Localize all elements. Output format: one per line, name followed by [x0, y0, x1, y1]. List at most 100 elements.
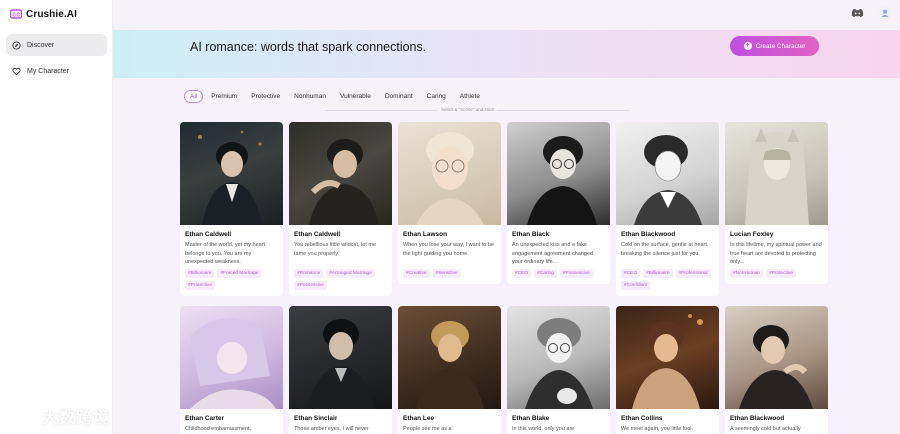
character-card[interactable]: Ethan Blackwood Cold on the surface, gen… [616, 122, 719, 296]
character-description: We meet again, you little fool. [621, 426, 694, 432]
character-card[interactable]: Ethan Lee People see me as a [398, 306, 501, 434]
character-portrait [289, 306, 392, 409]
character-description: In this world, only you are [512, 426, 575, 432]
app-name: Crushie.AI [26, 8, 78, 20]
tag[interactable]: #Creative [403, 269, 430, 278]
create-character-button[interactable]: + Create Character [730, 36, 819, 56]
heart-icon [12, 67, 21, 76]
plus-icon: + [743, 42, 752, 50]
tag-list: #Billionaire #Forced Marriage #Protectiv… [185, 269, 278, 290]
character-name: Ethan Blackwood [730, 415, 785, 422]
sidebar-item-my-character[interactable]: My Character [6, 60, 107, 82]
character-portrait [398, 122, 501, 225]
filter-premium[interactable]: Premium [205, 91, 243, 102]
tag[interactable]: #Forced Marriage [217, 269, 262, 278]
character-portrait [616, 122, 719, 225]
app-logo[interactable]: CC Crushie.AI [10, 7, 77, 21]
character-portrait [616, 306, 719, 409]
create-character-label: Create Character [755, 42, 806, 50]
character-card[interactable]: Ethan Caldwell Master of the world, yet … [180, 122, 283, 296]
tag[interactable]: #Protective [765, 269, 796, 278]
character-portrait [398, 306, 501, 409]
character-name: Ethan Black [512, 231, 550, 238]
scene-hint: Select a "Scene" and start! [438, 107, 498, 112]
tag-list: #Creative #Sensitive [403, 269, 496, 278]
tag[interactable]: #Sensitive [432, 269, 461, 278]
character-description: Cold on the surface, gentle at heart, br… [621, 242, 709, 257]
filter-nonhuman[interactable]: Nonhuman [288, 91, 332, 102]
character-name: Lucian Foxley [730, 231, 774, 238]
tag[interactable]: #Possessive [559, 269, 593, 278]
character-name: Ethan Blackwood [621, 231, 676, 238]
filter-dominant[interactable]: Dominant [379, 91, 419, 102]
character-portrait [507, 306, 610, 409]
tag[interactable]: #Possessive [294, 281, 327, 290]
character-card[interactable]: Ethan Blake In this world, only you are [507, 306, 610, 434]
character-name: Ethan Lee [403, 415, 435, 422]
character-name: Ethan Lawson [403, 231, 448, 238]
tag-list: #CEO #Billionaire #Professional #Confida… [621, 269, 714, 290]
user-avatar-icon[interactable] [878, 7, 892, 19]
svg-text:CC: CC [12, 13, 20, 19]
character-description: You rebellious little wildcat, let me ta… [294, 242, 377, 257]
category-filters: All Premium Protective Nonhuman Vulnerab… [184, 90, 488, 103]
character-card[interactable]: Ethan Sinclair Those amber eyes, I will … [289, 306, 392, 434]
character-description: Childhood embarrassment, [185, 426, 252, 432]
tag-list: #CEO #Caring #Possessive [512, 269, 605, 278]
watermark-logo-icon [10, 402, 38, 424]
tag[interactable]: #Protective [185, 281, 215, 290]
filter-athlete[interactable]: Athlete [454, 91, 486, 102]
character-card[interactable]: Ethan Caldwell You rebellious little wil… [289, 122, 392, 296]
tag[interactable]: #Professional [675, 269, 711, 278]
tag[interactable]: #Confidant [621, 281, 651, 290]
character-name: Ethan Caldwell [294, 231, 341, 238]
filter-all[interactable]: All [184, 90, 204, 103]
character-portrait [180, 306, 283, 409]
filter-caring[interactable]: Caring [421, 91, 452, 102]
character-name: Ethan Sinclair [294, 415, 338, 422]
banner-title: AI romance: words that spark connections… [190, 40, 427, 54]
tag[interactable]: #Arranged Marriage [326, 269, 375, 278]
character-portrait [725, 122, 828, 225]
sidebar-item-discover[interactable]: Discover [6, 34, 107, 56]
character-description: A seemingly cold but actually [730, 426, 801, 432]
character-card[interactable]: Ethan Carter Childhood embarrassment, [180, 306, 283, 434]
character-description: In this lifetime, my spiritual power and… [730, 242, 822, 265]
hero-banner: AI romance: words that spark connections… [113, 30, 900, 78]
tag-list: #Romance #Arranged Marriage #Possessive [294, 269, 387, 290]
crushie-logo-icon: CC [10, 9, 22, 19]
character-portrait [725, 306, 828, 409]
tag[interactable]: #CEO [512, 269, 532, 278]
header-actions [850, 7, 892, 19]
tag[interactable]: #Romance [294, 269, 324, 278]
character-description: Those amber eyes, I will never [294, 426, 369, 432]
character-card[interactable]: Lucian Foxley In this lifetime, my spiri… [725, 122, 828, 284]
character-card[interactable]: Ethan Collins We meet again, you little … [616, 306, 719, 434]
character-name: Ethan Carter [185, 415, 225, 422]
character-portrait [180, 122, 283, 225]
sidebar-item-label: Discover [27, 41, 55, 49]
watermark-text: 大数跨境 [42, 410, 111, 427]
character-name: Ethan Caldwell [185, 231, 232, 238]
tag[interactable]: #CEO [621, 269, 641, 278]
character-description: People see me as a [403, 426, 452, 432]
character-description: An unexpected kiss and a fake engagement… [512, 242, 594, 265]
character-card[interactable]: Ethan Black An unexpected kiss and a fak… [507, 122, 610, 284]
tag[interactable]: #Billionaire [185, 269, 215, 278]
character-name: Ethan Blake [512, 415, 550, 422]
filter-protective[interactable]: Protective [245, 91, 286, 102]
character-card[interactable]: Ethan Blackwood A seemingly cold but act… [725, 306, 828, 434]
character-description: When you lose your way, I want to be the… [403, 242, 494, 257]
tag[interactable]: #NonHuman [730, 269, 763, 278]
filter-vulnerable[interactable]: Vulnerable [334, 91, 377, 102]
tag[interactable]: #Caring [534, 269, 557, 278]
tag-list: #NonHuman #Protective [730, 269, 823, 278]
sidebar: CC Crushie.AI Discover My Character [0, 0, 113, 434]
character-description: Master of the world, yet my heart belong… [185, 242, 266, 265]
sidebar-item-label: My Character [27, 67, 70, 75]
character-portrait [507, 122, 610, 225]
compass-icon [12, 40, 21, 50]
tag[interactable]: #Billionaire [643, 269, 673, 278]
discord-icon[interactable] [850, 7, 864, 19]
character-card[interactable]: Ethan Lawson When you lose your way, I w… [398, 122, 501, 284]
